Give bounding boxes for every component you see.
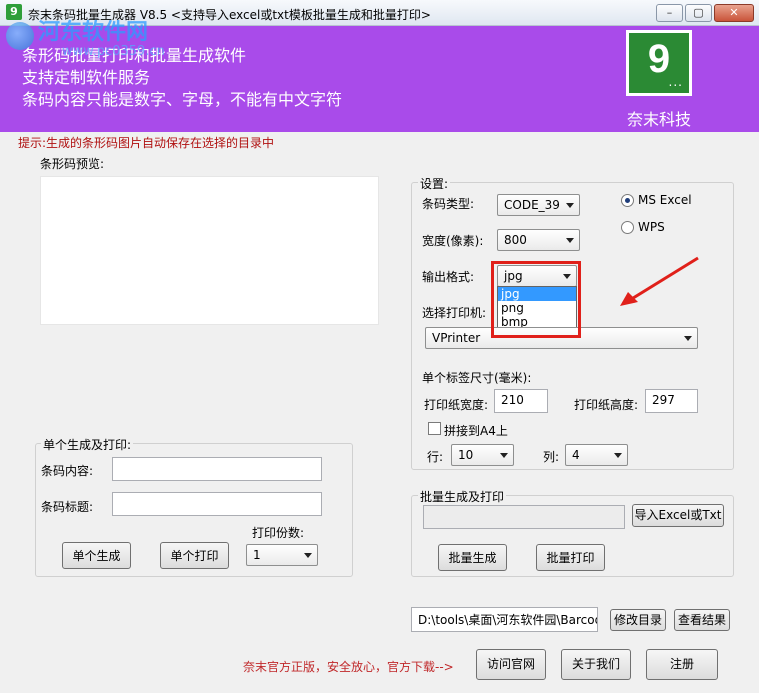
chevron-down-icon <box>566 203 574 208</box>
printer-value: VPrinter <box>432 331 481 345</box>
preview-label: 条形码预览: <box>40 157 105 171</box>
splice-a4-checkbox[interactable] <box>428 422 441 435</box>
paper-height-input[interactable]: 297 <box>645 389 698 413</box>
chevron-down-icon <box>684 336 692 341</box>
col-select[interactable]: 4 <box>565 444 628 466</box>
watermark-logo-icon <box>6 22 34 50</box>
highlight-box <box>491 261 581 338</box>
minimize-button[interactable]: – <box>656 4 683 22</box>
barcode-type-select[interactable]: CODE_39 <box>497 194 580 216</box>
barcode-preview <box>40 176 379 325</box>
register-button[interactable]: 注册 <box>646 649 718 680</box>
paper-width-input[interactable]: 210 <box>494 389 548 413</box>
copies-value: 1 <box>253 548 261 562</box>
ms-excel-label: MS Excel <box>638 193 692 207</box>
chevron-down-icon <box>304 553 312 558</box>
batch-print-button[interactable]: 批量打印 <box>536 544 605 571</box>
view-results-button[interactable]: 查看结果 <box>674 609 730 631</box>
width-label: 宽度(像素): <box>422 234 484 248</box>
close-button[interactable]: ✕ <box>714 4 754 22</box>
copies-select[interactable]: 1 <box>246 544 318 566</box>
col-label: 列: <box>543 450 560 464</box>
maximize-button[interactable]: ▢ <box>685 4 712 22</box>
output-path-field[interactable]: D:\tools\桌面\河东软件园\Barcode <box>411 607 598 632</box>
paper-width-label: 打印纸宽度: <box>424 398 489 412</box>
settings-group-title: 设置: <box>418 175 451 192</box>
red-arrow-icon <box>620 256 699 306</box>
banner-line-3: 条码内容只能是数字、字母，不能有中文字符 <box>22 90 343 109</box>
output-format-label: 输出格式: <box>422 270 475 284</box>
barcode-type-label: 条码类型: <box>422 197 475 211</box>
watermark-url: www.pc0359.cn <box>62 44 165 59</box>
single-print-button[interactable]: 单个打印 <box>160 542 229 569</box>
hint-text: 提示:生成的条形码图片自动保存在选择的目录中 <box>18 136 275 150</box>
content-label: 条码内容: <box>41 464 94 478</box>
company-logo: 9 ... <box>626 30 692 96</box>
app-icon: 9 <box>6 4 22 20</box>
printer-label: 选择打印机: <box>422 306 487 320</box>
copies-label: 打印份数: <box>252 526 305 540</box>
title-label: 条码标题: <box>41 500 94 514</box>
col-value: 4 <box>572 448 580 462</box>
watermark-text: 河东软件网 <box>38 19 149 44</box>
paper-height-label: 打印纸高度: <box>574 398 639 412</box>
batch-group-title: 批量生成及打印 <box>418 488 507 505</box>
about-us-button[interactable]: 关于我们 <box>561 649 631 680</box>
logo-dots: ... <box>668 75 683 89</box>
wps-radio[interactable] <box>621 221 634 234</box>
modify-directory-button[interactable]: 修改目录 <box>610 609 666 631</box>
company-name: 奈末科技 <box>626 110 691 129</box>
visit-website-button[interactable]: 访问官网 <box>476 649 546 680</box>
row-select[interactable]: 10 <box>451 444 514 466</box>
single-group-title: 单个生成及打印: <box>41 436 134 453</box>
row-value: 10 <box>458 448 474 462</box>
single-generate-button[interactable]: 单个生成 <box>62 542 131 569</box>
import-path-field[interactable] <box>423 505 625 529</box>
import-excel-txt-button[interactable]: 导入Excel或Txt <box>632 504 724 527</box>
chevron-down-icon <box>500 453 508 458</box>
splice-a4-label: 拼接到A4上 <box>444 424 508 438</box>
chevron-down-icon <box>614 453 622 458</box>
barcode-type-value: CODE_39 <box>504 198 560 212</box>
width-value: 800 <box>504 233 527 247</box>
title-input[interactable] <box>112 492 322 516</box>
width-select[interactable]: 800 <box>497 229 580 251</box>
row-label: 行: <box>427 450 444 464</box>
banner-line-2: 支持定制软件服务 <box>22 68 151 87</box>
wps-label: WPS <box>638 220 665 234</box>
content-input[interactable] <box>112 457 322 481</box>
ms-excel-radio[interactable] <box>621 194 634 207</box>
official-download-note: 奈末官方正版，安全放心，官方下载--> <box>243 660 454 674</box>
batch-generate-button[interactable]: 批量生成 <box>438 544 507 571</box>
label-size-title: 单个标签尺寸(毫米): <box>422 371 532 385</box>
chevron-down-icon <box>566 238 574 243</box>
